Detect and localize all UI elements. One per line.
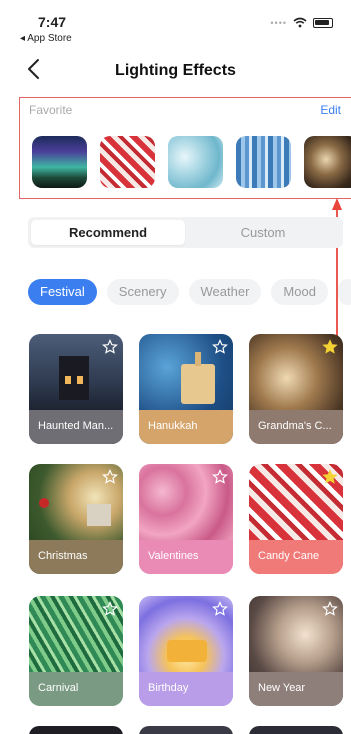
card-label: Christmas <box>29 540 123 574</box>
tab-recommend[interactable]: Recommend <box>31 220 185 245</box>
effect-card-valentines[interactable]: Valentines <box>139 464 233 574</box>
favorite-edit-button[interactable]: Edit <box>320 103 341 117</box>
star-outline-icon[interactable] <box>322 601 338 617</box>
card-label: Carnival <box>29 672 123 706</box>
card-label: Valentines <box>139 540 233 574</box>
battery-icon <box>313 17 333 28</box>
nav-bar: Lighting Effects <box>0 52 351 88</box>
card-label: New Year <box>249 672 343 706</box>
status-time: 7:47 <box>38 14 67 30</box>
favorite-thumb-grandmas-christmas[interactable] <box>304 136 351 188</box>
chip-festival[interactable]: Festival <box>28 279 97 305</box>
star-outline-icon[interactable] <box>102 601 118 617</box>
card-label: Grandma's C... <box>249 410 343 444</box>
favorite-section: Favorite Edit <box>19 97 351 199</box>
chip-weather[interactable]: Weather <box>188 279 262 305</box>
chip-mood[interactable]: Mood <box>271 279 328 305</box>
page-title: Lighting Effects <box>115 62 236 79</box>
card-label: Haunted Man... <box>29 410 123 444</box>
star-outline-icon[interactable] <box>102 339 118 355</box>
star-outline-icon[interactable] <box>212 601 228 617</box>
favorite-thumb-candy-cane[interactable] <box>100 136 155 188</box>
segmented-control: Recommend Custom <box>28 217 343 248</box>
card-label: Birthday <box>139 672 233 706</box>
effect-card-candy-cane[interactable]: Candy Cane <box>249 464 343 574</box>
effect-card-partial[interactable] <box>249 726 343 734</box>
chip-scenery[interactable]: Scenery <box>106 279 179 305</box>
effect-card-new-year[interactable]: New Year <box>249 596 343 706</box>
effect-card-christmas[interactable]: Christmas <box>29 464 123 574</box>
star-filled-icon[interactable] <box>322 469 338 485</box>
favorite-list <box>32 136 351 188</box>
effect-card-grandmas-christmas[interactable]: Grandma's C... <box>249 334 343 444</box>
chip-more[interactable] <box>337 279 351 305</box>
effect-card-birthday[interactable]: Birthday <box>139 596 233 706</box>
star-outline-icon[interactable] <box>212 469 228 485</box>
favorite-label: Favorite <box>29 103 73 117</box>
back-to-app-store-link[interactable]: ◂ App Store <box>20 33 72 44</box>
effect-card-carnival[interactable]: Carnival <box>29 596 123 706</box>
effect-card-partial[interactable] <box>29 726 123 734</box>
favorite-thumb-aurora[interactable] <box>32 136 87 188</box>
star-outline-icon[interactable] <box>212 339 228 355</box>
favorite-thumb-icicles[interactable] <box>236 136 291 188</box>
tab-custom[interactable]: Custom <box>186 220 340 245</box>
favorite-thumb-ice[interactable] <box>168 136 223 188</box>
status-bar: 7:47 ◂ App Store •••• <box>0 0 351 48</box>
card-label: Hanukkah <box>139 410 233 444</box>
signal-icon: •••• <box>270 17 287 28</box>
star-filled-icon[interactable] <box>322 339 338 355</box>
card-label: Candy Cane <box>249 540 343 574</box>
status-icons: •••• <box>270 17 333 28</box>
wifi-icon <box>293 17 307 28</box>
star-outline-icon[interactable] <box>102 469 118 485</box>
effect-card-hanukkah[interactable]: Hanukkah <box>139 334 233 444</box>
category-chips: Festival Scenery Weather Mood <box>28 279 351 305</box>
effect-card-haunted-mansion[interactable]: Haunted Man... <box>29 334 123 444</box>
effect-card-partial[interactable] <box>139 726 233 734</box>
